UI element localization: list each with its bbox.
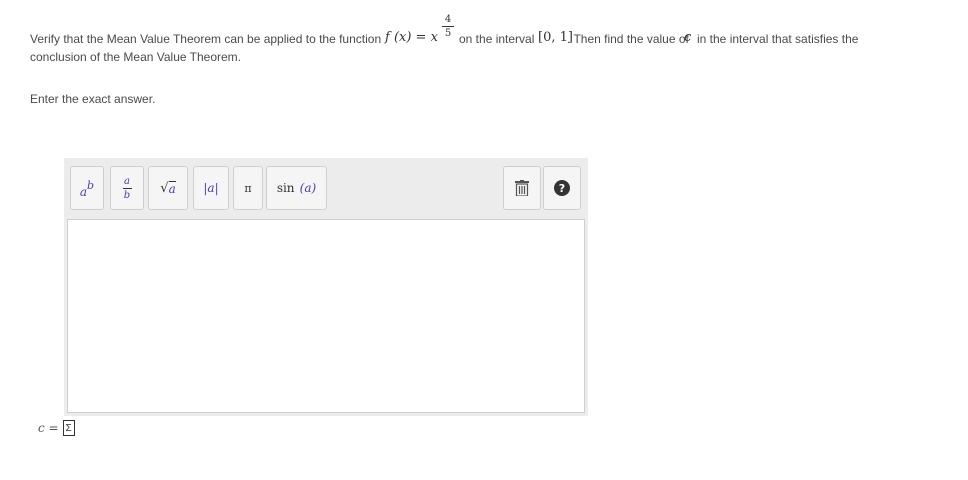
trash-button[interactable] — [503, 166, 541, 210]
math-input-area[interactable] — [67, 219, 585, 413]
question-interval-text: on the interval — [459, 32, 535, 46]
fraction-button[interactable]: a b — [110, 166, 144, 210]
question-line-1: Verify that the Mean Value Theorem can b… — [30, 14, 930, 46]
help-button[interactable]: ? — [543, 166, 581, 210]
fraction-num: a — [124, 175, 130, 187]
answer-row: c = Σ — [38, 420, 75, 436]
sigma-icon[interactable]: Σ — [62, 420, 75, 436]
function-expression: f (x) = x — [385, 30, 438, 45]
abs-content: |a| — [203, 181, 219, 195]
help-icon: ? — [554, 180, 570, 196]
question-find-text: . Then find the value of — [567, 32, 689, 46]
exponent-exp: b — [87, 178, 95, 192]
sin-arg: (a) — [299, 181, 317, 195]
question-text: Verify that the Mean Value Theorem can b… — [30, 14, 930, 66]
sin-button[interactable]: sin (a) — [266, 166, 327, 210]
exponent-numerator: 4 — [444, 14, 452, 25]
answer-prompt: Enter the exact answer. — [30, 92, 156, 106]
fraction-den: b — [123, 189, 131, 201]
exponent-button[interactable]: ab — [70, 166, 104, 210]
exponent-denominator: 5 — [444, 28, 452, 39]
fraction-bar — [122, 187, 132, 189]
math-editor-panel: ab a b √ a |a| π sin (a) ? — [64, 158, 588, 416]
pi-button[interactable]: π — [233, 166, 263, 210]
question-after-variable: in the interval that satisfies the — [697, 32, 859, 46]
variable-c: c — [684, 30, 692, 45]
sqrt-symbol: √ — [160, 180, 169, 196]
question-intro: Verify that the Mean Value Theorem can b… — [30, 32, 382, 46]
answer-equals: = — [48, 421, 59, 435]
trash-icon — [515, 180, 529, 196]
sqrt-arg: a — [168, 180, 176, 196]
pi-symbol: π — [244, 181, 252, 195]
sin-func: sin — [276, 181, 295, 195]
exponent-fraction-bar — [442, 26, 454, 27]
question-line-2: conclusion of the Mean Value Theorem. — [30, 50, 242, 64]
abs-button[interactable]: |a| — [193, 166, 229, 210]
answer-variable: c — [38, 421, 45, 435]
sqrt-button[interactable]: √ a — [148, 166, 188, 210]
answer-label: c = — [38, 421, 59, 435]
exponent-base: a — [79, 185, 88, 199]
function-exponent: 4 5 — [442, 14, 454, 39]
